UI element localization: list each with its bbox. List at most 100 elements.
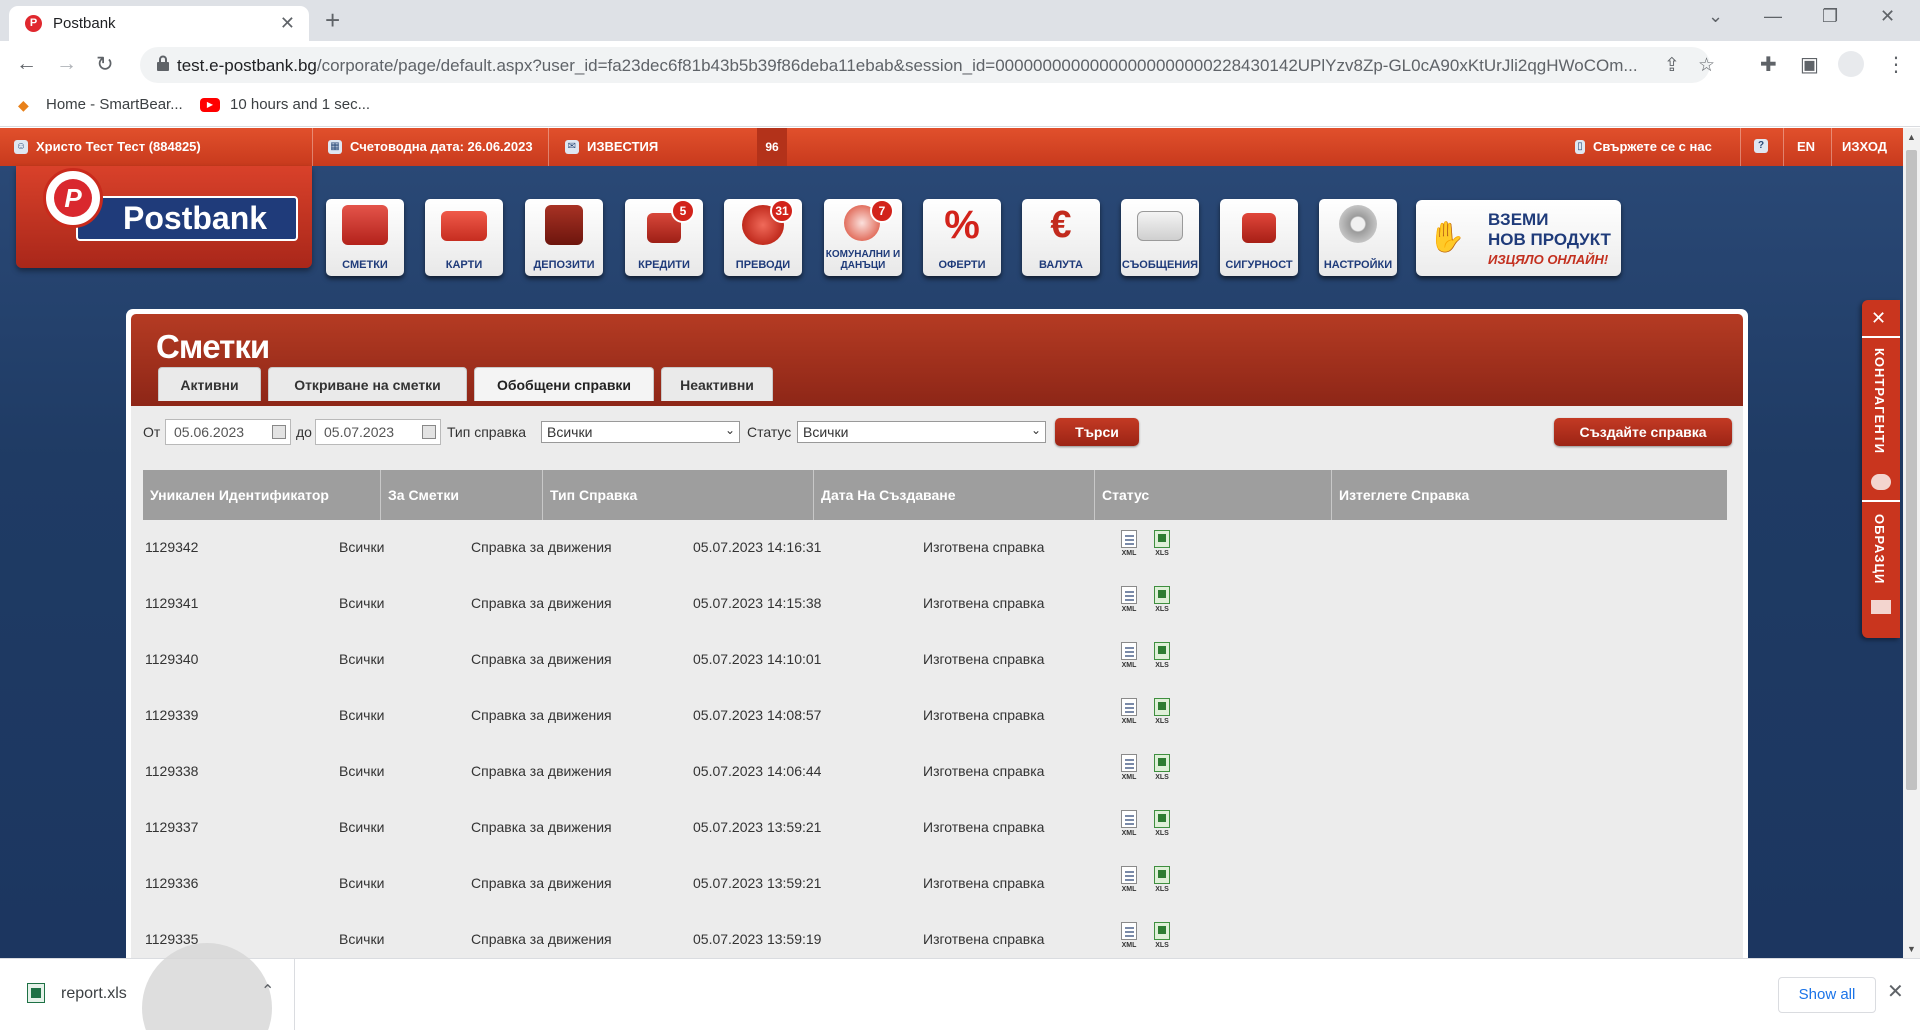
from-date-input[interactable]: 05.06.2023 bbox=[165, 419, 291, 445]
profile-avatar[interactable] bbox=[1838, 51, 1864, 77]
xls-download-icon[interactable]: XLS bbox=[1151, 866, 1173, 898]
xml-download-icon[interactable]: XML bbox=[1118, 586, 1140, 618]
col-unique-id[interactable]: Уникален Идентификатор bbox=[143, 470, 381, 520]
to-date-input[interactable]: 05.07.2023 bbox=[315, 419, 441, 445]
menu-loans[interactable]: 5 КРЕДИТИ bbox=[625, 199, 703, 276]
scroll-up-icon[interactable]: ▲ bbox=[1907, 132, 1916, 142]
menu-cards[interactable]: КАРТИ bbox=[425, 199, 503, 276]
menu-utilities[interactable]: 7 КОМУНАЛНИ И ДАНЪЦИ bbox=[824, 199, 902, 276]
xml-download-icon[interactable]: XML bbox=[1118, 754, 1140, 786]
calendar-icon[interactable] bbox=[422, 425, 436, 439]
xls-download-icon[interactable]: XLS bbox=[1151, 810, 1173, 842]
menu-kebab-icon[interactable]: ⋮ bbox=[1886, 52, 1906, 77]
close-window-icon[interactable]: ✕ bbox=[1880, 6, 1895, 27]
forward-icon[interactable]: → bbox=[56, 52, 77, 76]
postbank-logo[interactable]: Postbank P bbox=[16, 166, 312, 268]
xls-download-icon[interactable]: XLS bbox=[1151, 642, 1173, 674]
counterparties-tab[interactable]: КОНТРАГЕНТИ bbox=[1872, 348, 1887, 454]
xls-download-icon[interactable]: XLS bbox=[1151, 922, 1173, 954]
xls-download-icon[interactable]: XLS bbox=[1151, 586, 1173, 618]
browser-tab[interactable]: P Postbank ✕ bbox=[9, 6, 309, 41]
col-status[interactable]: Статус bbox=[1095, 470, 1332, 520]
news-count-badge[interactable]: 96 bbox=[757, 128, 787, 166]
xls-download-icon[interactable]: XLS bbox=[1151, 530, 1173, 562]
close-download-bar-icon[interactable]: ✕ bbox=[1887, 979, 1904, 1004]
bookmark-youtube[interactable]: ▶ 10 hours and 1 sec... bbox=[200, 96, 370, 113]
restore-icon[interactable]: ❐ bbox=[1822, 6, 1838, 27]
share-icon[interactable]: ⇪ bbox=[1664, 54, 1680, 77]
row-created: 05.07.2023 13:59:21 bbox=[693, 875, 822, 891]
row-id: 1129342 bbox=[145, 539, 199, 555]
report-type-select[interactable]: Всички ⌄ bbox=[541, 421, 740, 443]
menu-label: КАРТИ bbox=[445, 259, 483, 271]
menu-accounts[interactable]: СМЕТКИ bbox=[326, 199, 404, 276]
contact-link[interactable]: ▯ Свържете се с нас bbox=[1575, 139, 1712, 154]
new-tab-button[interactable]: + bbox=[325, 5, 340, 36]
menu-settings[interactable]: НАСТРОЙКИ bbox=[1319, 199, 1397, 276]
minimize-icon[interactable]: — bbox=[1764, 6, 1782, 27]
user-info[interactable]: ☺ Христо Тест Тест (884825) bbox=[14, 139, 201, 154]
tab-open-accounts[interactable]: Откриване на сметки bbox=[268, 367, 467, 401]
extensions-icon[interactable]: ✚ bbox=[1760, 52, 1777, 77]
tab-inactive[interactable]: Неактивни bbox=[661, 367, 773, 401]
tab-summary-reports[interactable]: Обобщени справки bbox=[474, 367, 654, 401]
calendar-icon[interactable] bbox=[272, 425, 286, 439]
tab-active[interactable]: Активни bbox=[158, 367, 261, 401]
row-accounts: Всички bbox=[339, 539, 385, 555]
show-all-button[interactable]: Show all bbox=[1778, 977, 1876, 1013]
promo-line3: ИЗЦЯЛО ОНЛАЙН! bbox=[1488, 252, 1609, 267]
menu-messages[interactable]: СЪОБЩЕНИЯ bbox=[1121, 199, 1199, 276]
xml-download-icon[interactable]: XML bbox=[1118, 866, 1140, 898]
bookmark-star-icon[interactable]: ☆ bbox=[1698, 54, 1715, 77]
download-item[interactable]: report.xls ⌃ bbox=[5, 943, 295, 1030]
side-panel-close-icon[interactable]: ✕ bbox=[1871, 308, 1886, 329]
logout-button[interactable]: ИЗХОД bbox=[1842, 139, 1887, 154]
scroll-down-icon[interactable]: ▼ bbox=[1907, 944, 1916, 954]
menu-currency[interactable]: € ВАЛУТА bbox=[1022, 199, 1100, 276]
xls-download-icon[interactable]: XLS bbox=[1151, 754, 1173, 786]
address-bar[interactable]: test.e-postbank.bg/corporate/page/defaul… bbox=[140, 47, 1715, 83]
xml-download-icon[interactable]: XML bbox=[1118, 642, 1140, 674]
menu-offers[interactable]: % ОФЕРТИ bbox=[923, 199, 1001, 276]
menu-label: СЪОБЩЕНИЯ bbox=[1121, 259, 1199, 271]
new-product-banner[interactable]: ✋ ВЗЕМИ НОВ ПРОДУКТ ИЗЦЯЛО ОНЛАЙН! bbox=[1416, 200, 1621, 276]
menu-deposits[interactable]: ДЕПОЗИТИ bbox=[525, 199, 603, 276]
tab-search-icon[interactable]: ⌄ bbox=[1708, 6, 1723, 27]
create-report-button[interactable]: Създайте справка bbox=[1554, 418, 1732, 446]
status-select[interactable]: Всички ⌄ bbox=[797, 421, 1046, 443]
divider bbox=[312, 128, 313, 166]
chevron-up-icon[interactable]: ⌃ bbox=[261, 981, 274, 1001]
menu-label: КРЕДИТИ bbox=[638, 259, 690, 271]
xls-file-icon bbox=[1154, 866, 1170, 884]
xml-download-icon[interactable]: XML bbox=[1118, 698, 1140, 730]
scrollbar-thumb[interactable] bbox=[1906, 150, 1917, 790]
menu-security[interactable]: СИГУРНОСТ bbox=[1220, 199, 1298, 276]
xls-download-icon[interactable]: XLS bbox=[1151, 698, 1173, 730]
language-switch[interactable]: EN bbox=[1797, 139, 1815, 154]
row-created: 05.07.2023 14:10:01 bbox=[693, 651, 822, 667]
menu-transfers[interactable]: 31 ПРЕВОДИ bbox=[724, 199, 802, 276]
xml-label: XML bbox=[1121, 830, 1137, 837]
xml-download-icon[interactable]: XML bbox=[1118, 530, 1140, 562]
search-button[interactable]: Търси bbox=[1055, 418, 1139, 446]
bookmark-smartbear[interactable]: ◆ Home - SmartBear... bbox=[18, 96, 183, 113]
help-button[interactable]: ? bbox=[1754, 139, 1768, 153]
col-report-type[interactable]: Тип Справка bbox=[543, 470, 814, 520]
tab-close-icon[interactable]: ✕ bbox=[280, 13, 295, 34]
templates-tab[interactable]: ОБРАЗЦИ bbox=[1872, 514, 1887, 584]
utilities-badge: 7 bbox=[870, 199, 894, 223]
news-link[interactable]: ✉ ИЗВЕСТИЯ bbox=[565, 139, 658, 154]
logo-mark-icon: P bbox=[43, 168, 103, 228]
xml-download-icon[interactable]: XML bbox=[1118, 922, 1140, 954]
side-panel-icon[interactable]: ▣ bbox=[1800, 52, 1819, 77]
reload-icon[interactable]: ↻ bbox=[96, 52, 114, 77]
row-status: Изготвена справка bbox=[923, 763, 1045, 779]
row-status: Изготвена справка bbox=[923, 595, 1045, 611]
table-row: 1129335 Всички Справка за движения 05.07.20… bbox=[143, 912, 1727, 958]
back-icon[interactable]: ← bbox=[16, 52, 37, 76]
page-scrollbar[interactable]: ▲ ▼ bbox=[1903, 128, 1920, 958]
col-accounts[interactable]: За Сметки bbox=[381, 470, 543, 520]
page-content: ☺ Христо Тест Тест (884825) ▦ Счетоводна… bbox=[0, 128, 1903, 958]
col-created[interactable]: Дата На Създаване bbox=[814, 470, 1095, 520]
xml-download-icon[interactable]: XML bbox=[1118, 810, 1140, 842]
